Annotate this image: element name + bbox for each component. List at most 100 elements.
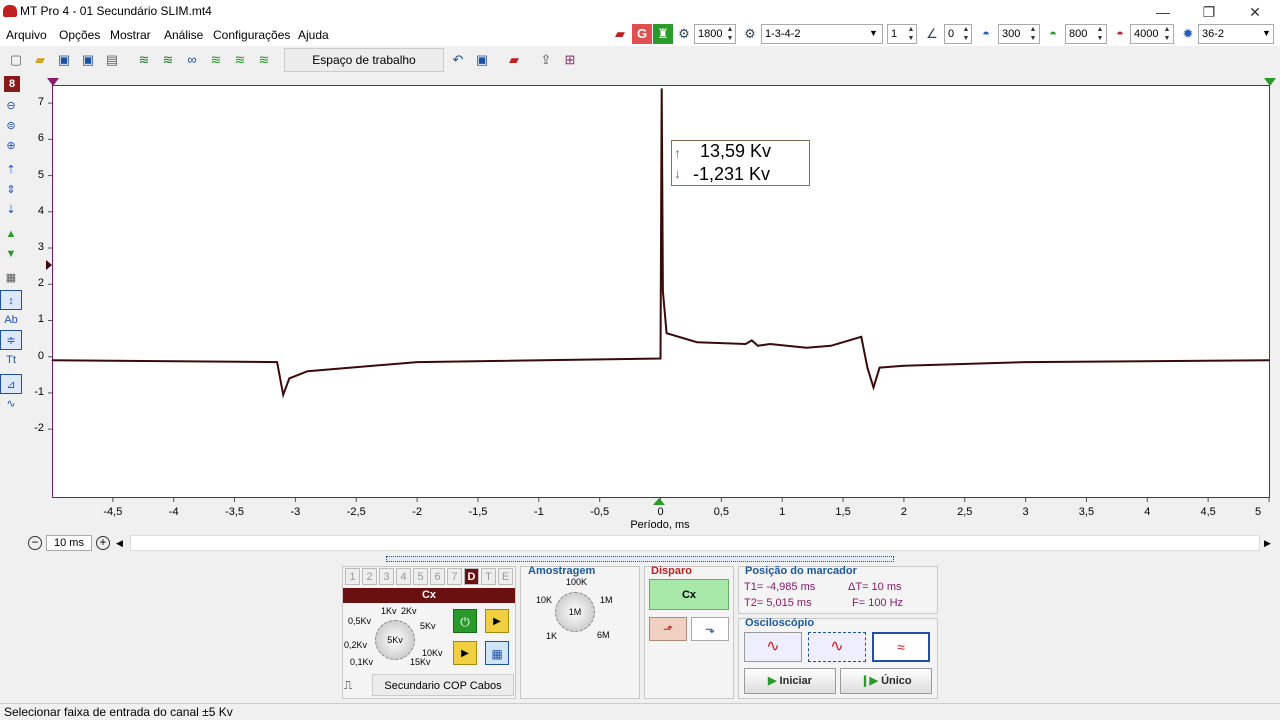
- marker-position-title: Posição do marcador: [745, 565, 857, 577]
- channel-tab-1[interactable]: 1: [345, 568, 360, 585]
- range-knob[interactable]: 5Kv: [375, 620, 415, 660]
- level-marker[interactable]: [46, 260, 52, 270]
- x-axis-label: Período, ms: [630, 519, 690, 531]
- waveform-point: [830, 345, 832, 347]
- waveform-point: [879, 367, 881, 369]
- y-tick-label: 7: [37, 96, 44, 109]
- play-icon[interactable]: ▶: [453, 641, 477, 665]
- x-tick-label: 2,5: [957, 506, 973, 518]
- waveform-point: [1025, 361, 1027, 363]
- x-tick-label: 3: [1022, 506, 1029, 518]
- play-icon: ▶: [768, 675, 780, 687]
- channel-tab-6[interactable]: 6: [430, 568, 445, 585]
- sampling-100k: 100K: [566, 577, 588, 587]
- channel-tab-d[interactable]: D: [464, 568, 479, 585]
- range-label-0-5kv: 0,5Kv: [348, 616, 372, 626]
- marker-min-value: -1,231 Kv: [693, 164, 771, 184]
- sampling-title: Amostragem: [528, 565, 596, 577]
- marker-delta-t: ΔT= 10 ms: [848, 581, 902, 593]
- horizontal-scrollbar[interactable]: [130, 535, 1260, 551]
- x-tick-label: -4: [168, 506, 179, 518]
- sampling-knob[interactable]: 1M: [555, 592, 595, 632]
- x-tick-label: 4,5: [1200, 506, 1216, 518]
- channel-tab-2[interactable]: 2: [362, 568, 377, 585]
- control-panel: [0, 556, 1280, 704]
- y-tick-label: -2: [34, 422, 44, 435]
- range-label-0-2kv: 0,2Kv: [344, 640, 368, 650]
- probe-icon: ⎍: [344, 678, 353, 692]
- x-tick-label: -3,5: [225, 506, 245, 518]
- waveform-point: [769, 343, 771, 345]
- start-label: Iniciar: [779, 675, 812, 687]
- scroll-right-arrow[interactable]: ▶: [1264, 535, 1278, 551]
- x-tick-label: -2,5: [346, 506, 366, 518]
- up-down-arrow-icon: ↑ ↓: [674, 145, 681, 181]
- channel-tab-e[interactable]: E: [498, 568, 513, 585]
- trigger-rising-icon[interactable]: ⬏: [649, 617, 687, 641]
- channel-tab-7[interactable]: 7: [447, 568, 462, 585]
- trigger-point-marker: [653, 498, 665, 505]
- x-tick-label: -4,5: [103, 506, 123, 518]
- waveform-point: [806, 347, 808, 349]
- cursor-t1-marker[interactable]: [47, 78, 59, 86]
- x-tick-label: 1,5: [835, 506, 851, 518]
- waveform-series-line: [51, 88, 1270, 399]
- trigger-falling-icon[interactable]: ⬎: [691, 617, 729, 641]
- channel-tab-t[interactable]: T: [481, 568, 496, 585]
- x-tick-label: -2: [412, 506, 422, 518]
- waveform-point: [903, 365, 905, 367]
- play-x1-icon[interactable]: ▶: [485, 609, 509, 633]
- waveform-point: [757, 345, 759, 347]
- start-button[interactable]: ▶ Iniciar: [744, 668, 836, 694]
- time-zoom-value[interactable]: 10 ms: [46, 535, 92, 551]
- y-tick-label: -1: [34, 385, 44, 398]
- y-tick-label: 4: [37, 204, 44, 217]
- noise-mode-icon[interactable]: ≈: [872, 632, 930, 662]
- sine-window-mode-icon[interactable]: ∿: [808, 632, 866, 662]
- trigger-source-button[interactable]: Cx: [649, 579, 729, 610]
- calculator-icon[interactable]: ▦: [485, 641, 509, 665]
- waveform-point: [745, 343, 747, 345]
- waveform-point: [51, 359, 53, 361]
- marker-frequency: F= 100 Hz: [852, 597, 904, 609]
- time-zoom-in-icon[interactable]: +: [96, 536, 110, 550]
- waveform-point: [1268, 359, 1270, 361]
- channel-tab-4[interactable]: 4: [396, 568, 411, 585]
- single-shot-icon: ❙▶: [860, 675, 882, 687]
- y-tick-label: 6: [37, 132, 44, 145]
- channel-tab-5[interactable]: 5: [413, 568, 428, 585]
- probe-select[interactable]: Secundario COP Cabos: [372, 674, 514, 696]
- marker-max-value: 13,59 Kv: [700, 141, 772, 161]
- waveform-point: [661, 88, 663, 90]
- x-tick-label: -0,5: [590, 506, 610, 518]
- sampling-1m: 1M: [600, 595, 613, 605]
- waveform-point: [751, 339, 753, 341]
- sampling-10k: 10K: [536, 595, 553, 605]
- sine-mode-icon[interactable]: ∿: [744, 632, 802, 662]
- y-tick-label: 1: [37, 313, 44, 326]
- x-tick-label: 5: [1254, 506, 1262, 518]
- range-label-15kv: 15Kv: [410, 657, 431, 667]
- channel-tab-3[interactable]: 3: [379, 568, 394, 585]
- time-zoom-out-icon[interactable]: −: [28, 536, 42, 550]
- y-tick-label: 2: [37, 277, 44, 290]
- cursor-t2-marker[interactable]: [1264, 78, 1276, 86]
- x-tick-label: 2: [900, 506, 907, 518]
- x-tick-label: 0,5: [713, 506, 729, 518]
- range-label-2kv: 2Kv: [401, 606, 417, 616]
- x-tick-label: 1: [779, 506, 786, 518]
- x-tick-label: -1: [533, 506, 544, 518]
- scroll-left-arrow[interactable]: ◀: [116, 535, 130, 551]
- waveform-point: [416, 361, 418, 363]
- y-tick-label: 0: [37, 349, 44, 362]
- oscilloscope-title: Osciloscópio: [745, 617, 815, 629]
- waveform-point: [307, 370, 309, 372]
- waveform-point: [660, 358, 661, 360]
- power-icon[interactable]: ⏻: [453, 609, 477, 633]
- panel-splitter[interactable]: [386, 556, 894, 562]
- x-tick-label: -1,5: [468, 506, 488, 518]
- range-label-0-1kv: 0,1Kv: [350, 657, 374, 667]
- single-button[interactable]: ❙▶ Único: [840, 668, 932, 694]
- waveform-point: [282, 394, 284, 396]
- x-tick-label: 4: [1144, 506, 1151, 518]
